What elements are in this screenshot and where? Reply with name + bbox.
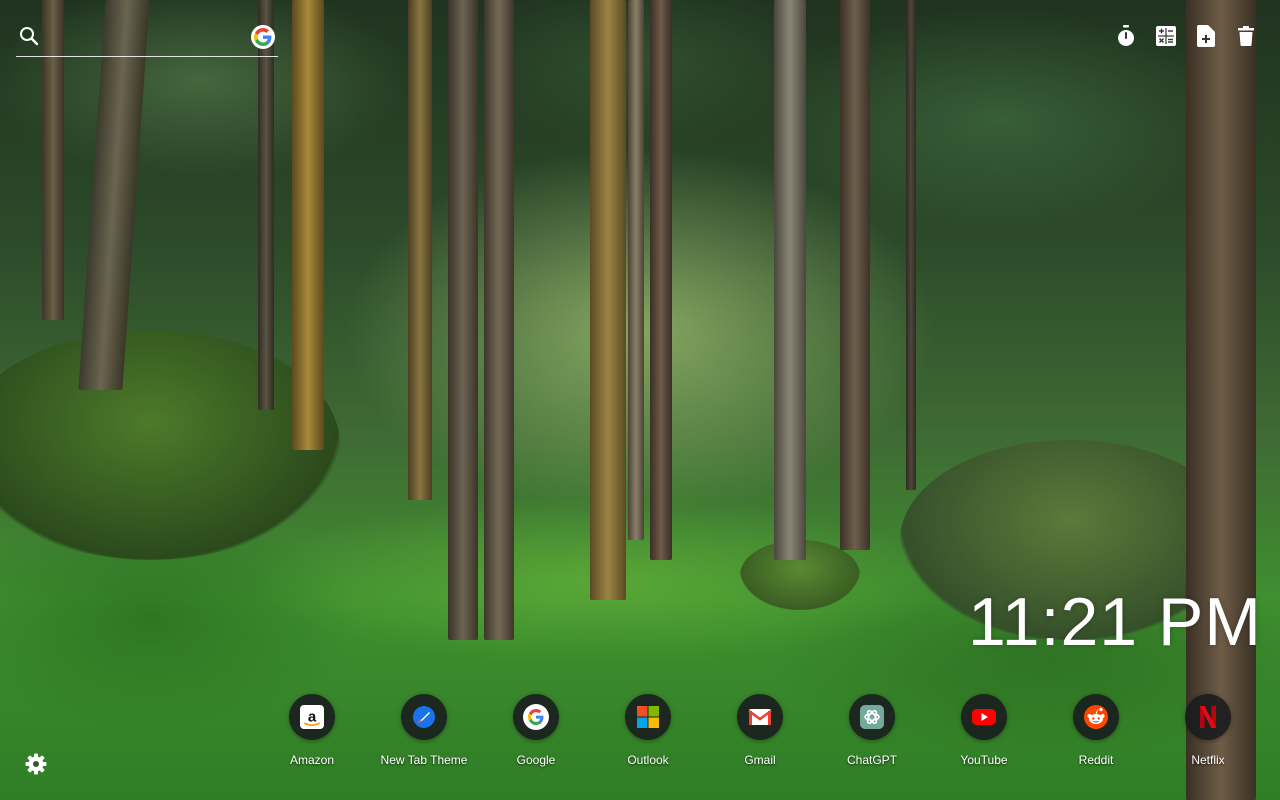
background-trunk [590, 0, 626, 600]
shortcut-reddit[interactable]: Reddit [1040, 694, 1152, 774]
chatgpt-icon [849, 694, 895, 740]
background-trunk [906, 0, 916, 490]
background-trunk [292, 0, 324, 450]
shortcut-youtube[interactable]: YouTube [928, 694, 1040, 774]
shortcut-label: Reddit [1078, 753, 1114, 767]
background-trunk [1186, 0, 1256, 800]
amazon-icon: a [289, 694, 335, 740]
shortcuts-dock: a Amazon New Tab Theme Google Outlook Gm… [256, 694, 1264, 774]
google-g-icon[interactable] [251, 25, 275, 49]
search-icon[interactable] [18, 25, 40, 47]
stopwatch-icon[interactable] [1116, 24, 1136, 48]
outlook-icon [625, 694, 671, 740]
shortcut-amazon[interactable]: a Amazon [256, 694, 368, 774]
shortcut-netflix[interactable]: Netflix [1152, 694, 1264, 774]
trash-icon[interactable] [1236, 24, 1256, 48]
background-trunk [840, 0, 870, 550]
shortcut-label: Netflix [1191, 753, 1225, 767]
shortcut-label: New Tab Theme [380, 753, 468, 767]
gear-icon[interactable] [24, 752, 48, 776]
shortcut-outlook[interactable]: Outlook [592, 694, 704, 774]
background-trunk [258, 0, 274, 410]
shortcut-label: ChatGPT [846, 753, 897, 767]
reddit-icon [1073, 694, 1119, 740]
search-input[interactable] [48, 24, 242, 52]
search-bar [16, 22, 278, 57]
background-trunk [408, 0, 432, 500]
new-note-icon[interactable] [1196, 24, 1216, 48]
toolbar [1116, 24, 1256, 48]
new-tab-page: 11:21 PM a Amazon New Tab Theme Google O… [0, 0, 1280, 800]
shortcut-google[interactable]: Google [480, 694, 592, 774]
shortcut-label: Gmail [744, 753, 776, 767]
shortcut-gmail[interactable]: Gmail [704, 694, 816, 774]
shortcut-label: YouTube [960, 753, 1008, 767]
background-trunk [448, 0, 478, 640]
google-icon [513, 694, 559, 740]
clock: 11:21 PM [967, 584, 1262, 660]
netflix-icon [1185, 694, 1231, 740]
background-trunk [650, 0, 672, 560]
new-tab-theme-icon [401, 694, 447, 740]
shortcut-chatgpt[interactable]: ChatGPT [816, 694, 928, 774]
youtube-icon [961, 694, 1007, 740]
shortcut-new-tab-theme[interactable]: New Tab Theme [368, 694, 480, 774]
background-trunk [484, 0, 514, 640]
background-trunk [628, 0, 644, 540]
gmail-icon [737, 694, 783, 740]
svg-text:a: a [308, 709, 317, 726]
shortcut-label: Outlook [627, 753, 669, 767]
shortcut-label: Amazon [289, 753, 335, 767]
shortcut-label: Google [516, 753, 556, 767]
calculator-icon[interactable] [1156, 24, 1176, 48]
background-trunk [774, 0, 806, 560]
